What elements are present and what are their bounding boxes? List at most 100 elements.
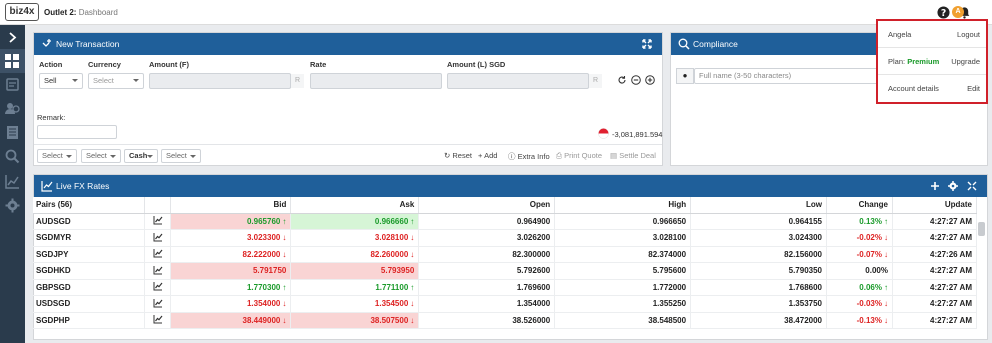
help-icon[interactable]: ? xyxy=(937,6,950,19)
table-row[interactable]: USDSGD 1.354000 ↓ 1.354500 ↓ 1.354000 1.355250… xyxy=(33,295,978,313)
table-row[interactable]: AUDSGD 0.965760 ↑ 0.966660 ↑ 0.964900 0.966650… xyxy=(33,213,978,230)
add-button[interactable]: + Add xyxy=(478,151,497,160)
col-header-high[interactable]: High xyxy=(554,197,692,214)
bid-cell[interactable]: 3.023300 ↓ xyxy=(170,229,292,247)
chart-button[interactable] xyxy=(144,295,172,313)
sidebar-item-dashboard-active[interactable] xyxy=(0,49,25,73)
bid-cell[interactable]: 82.222000 ↓ xyxy=(170,246,292,263)
remark-label: Remark: xyxy=(37,113,66,122)
table-row[interactable]: GBPSGD 1.770300 ↑ 1.771100 ↑ 1.769600 1.772000… xyxy=(33,279,978,296)
new-transaction-panel: New Transaction Action Currency Amount (… xyxy=(33,32,663,166)
pair-cell: AUDSGD xyxy=(33,213,146,230)
analytics-icon[interactable] xyxy=(4,173,21,190)
currency-select[interactable]: Select xyxy=(88,73,144,89)
open-cell: 82.300000 xyxy=(418,246,556,263)
col-header-update[interactable]: Update xyxy=(892,197,978,214)
table-row[interactable]: SGDJPY 82.222000 ↓ 82.260000 ↓ 82.300000 82.37… xyxy=(33,246,978,263)
add-pair-icon[interactable] xyxy=(929,180,941,192)
expand-sidebar-icon[interactable] xyxy=(4,29,21,46)
user-menu-row-name: Angela Logout xyxy=(878,21,986,48)
high-cell-value: 5.795600 xyxy=(652,266,687,276)
arrow-down-icon: ↓ xyxy=(410,315,415,325)
settings-icon[interactable] xyxy=(947,180,959,192)
ask-cell[interactable]: 5.793950 xyxy=(290,262,420,280)
low-cell-value: 0.964155 xyxy=(788,216,822,226)
chart-button[interactable] xyxy=(144,213,172,230)
high-cell: 0.966650 xyxy=(554,213,692,230)
ask-cell[interactable]: 1.354500 ↓ xyxy=(290,295,420,313)
amount-f-input[interactable]: R xyxy=(149,73,304,89)
arrow-down-icon: ↓ xyxy=(410,249,415,259)
amount-l-input[interactable]: R xyxy=(447,73,602,89)
table-row[interactable]: SGDMYR 3.023300 ↓ 3.028100 ↓ 3.026200 3.028100… xyxy=(33,229,978,247)
expand-icon[interactable] xyxy=(641,38,653,50)
bid-cell[interactable]: 38.449000 ↓ xyxy=(170,312,292,329)
reset-button[interactable]: ↻ Reset xyxy=(444,151,472,160)
plus-circle-icon[interactable] xyxy=(645,75,655,85)
table-scrollbar[interactable] xyxy=(978,222,985,236)
user-menu-row-plan: Plan: Premium Upgrade xyxy=(878,48,986,75)
bid-cell[interactable]: 5.791750 xyxy=(170,262,292,280)
low-cell-value: 3.024300 xyxy=(788,233,822,243)
ask-cell[interactable]: 1.771100 ↑ xyxy=(290,279,420,296)
user-menu-dropdown: Angela Logout Plan: Premium Upgrade Acco… xyxy=(876,19,988,104)
col-header-ask[interactable]: Ask xyxy=(290,197,420,214)
ask-cell[interactable]: 0.966660 ↑ xyxy=(290,213,420,230)
col-header-change[interactable]: Change xyxy=(826,197,893,214)
search-icon[interactable] xyxy=(4,148,21,165)
settle-deal-button[interactable]: ▤ Settle Deal xyxy=(610,151,656,160)
pair-cell-value: USDSGD xyxy=(36,299,71,309)
high-cell: 1.355250 xyxy=(554,295,692,313)
chart-button[interactable] xyxy=(144,229,172,247)
bid-cell-value: 38.449000 xyxy=(242,315,281,325)
transactions-icon[interactable] xyxy=(4,76,21,93)
chart-icon xyxy=(153,249,163,258)
print-icon: ⎙ xyxy=(556,151,562,160)
footer-select-2[interactable]: Select xyxy=(81,149,121,163)
update-cell-value: 4:27:27 AM xyxy=(930,216,972,226)
arrow-down-icon: ↓ xyxy=(282,315,287,325)
col-header-bid[interactable]: Bid xyxy=(170,197,292,214)
payment-type-select[interactable]: Cash xyxy=(124,149,158,163)
panel-title: New Transaction xyxy=(56,39,120,49)
col-header-pairs[interactable]: Pairs (56) xyxy=(33,197,146,214)
arrow-down-icon: ↓ xyxy=(883,315,888,325)
table-row[interactable]: SGDPHP 38.449000 ↓ 38.507500 ↓ 38.526000 38.54… xyxy=(33,312,978,329)
action-select[interactable]: Sell xyxy=(39,73,83,89)
bid-cell[interactable]: 0.965760 ↑ xyxy=(170,213,292,230)
high-cell-value: 82.374000 xyxy=(648,249,687,259)
chart-button[interactable] xyxy=(144,279,172,296)
minus-circle-icon[interactable] xyxy=(631,75,641,85)
rate-input[interactable] xyxy=(310,73,442,89)
upgrade-link[interactable]: Upgrade xyxy=(951,48,980,75)
refresh-icon[interactable] xyxy=(617,75,627,85)
avatar[interactable]: A xyxy=(952,6,964,18)
high-cell-value: 38.548500 xyxy=(648,315,687,325)
edit-link[interactable]: Edit xyxy=(967,75,980,102)
print-quote-button[interactable]: ⎙ Print Quote xyxy=(556,151,602,161)
table-row[interactable]: SGDHKD 5.791750 5.793950 5.792600 5.795600 5.… xyxy=(33,262,978,280)
remark-textarea[interactable] xyxy=(37,125,117,139)
ask-cell[interactable]: 3.028100 ↓ xyxy=(290,229,420,247)
bid-cell[interactable]: 1.354000 ↓ xyxy=(170,295,292,313)
ask-cell[interactable]: 82.260000 ↓ xyxy=(290,246,420,263)
col-header-open[interactable]: Open xyxy=(418,197,556,214)
reports-icon[interactable] xyxy=(4,124,21,141)
col-header-low[interactable]: Low xyxy=(690,197,827,214)
logout-link[interactable]: Logout xyxy=(957,21,980,48)
bid-cell[interactable]: 1.770300 ↑ xyxy=(170,279,292,296)
account-details-label: Account details xyxy=(888,84,939,93)
footer-select-4[interactable]: Select xyxy=(161,149,201,163)
extra-info-button[interactable]: ⓘ Extra Info xyxy=(508,151,550,162)
change-cell: -0.03% ↓ xyxy=(826,295,893,313)
gear-icon[interactable] xyxy=(4,197,21,214)
app-logo[interactable]: biz4x xyxy=(5,3,39,21)
update-cell: 4:27:27 AM xyxy=(892,229,978,247)
footer-select-1[interactable]: Select xyxy=(37,149,77,163)
chart-button[interactable] xyxy=(144,262,172,280)
chart-button[interactable] xyxy=(144,312,172,329)
customers-icon[interactable] xyxy=(4,100,21,117)
expand-icon[interactable] xyxy=(966,180,978,192)
chart-button[interactable] xyxy=(144,246,172,263)
ask-cell[interactable]: 38.507500 ↓ xyxy=(290,312,420,329)
